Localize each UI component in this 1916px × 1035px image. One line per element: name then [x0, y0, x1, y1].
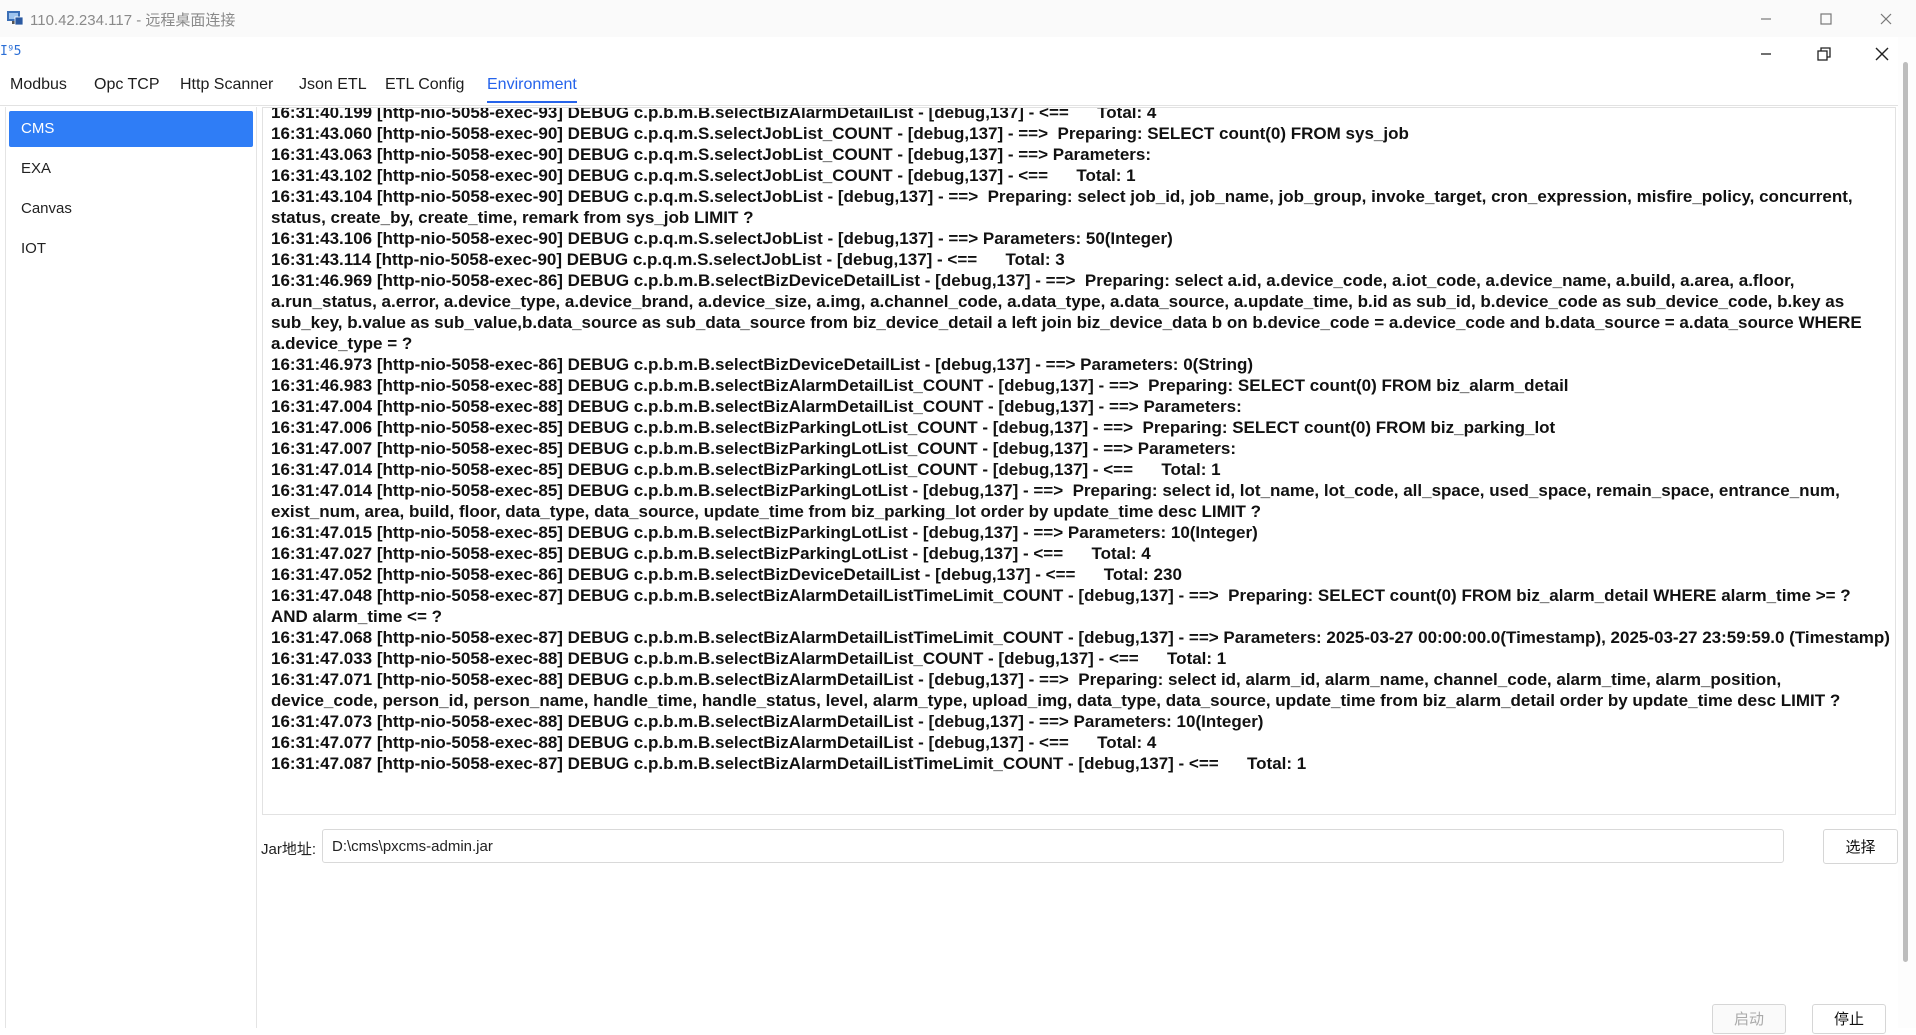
log-line: 16:31:47.033 [http-nio-5058-exec-88] DEB… — [271, 649, 1227, 668]
log-line: 16:31:47.087 [http-nio-5058-exec-87] DEB… — [271, 754, 1307, 773]
log-line: 16:31:46.973 [http-nio-5058-exec-86] DEB… — [271, 355, 1254, 374]
rdp-window-title: 110.42.234.117 - 远程桌面连接 — [30, 12, 236, 29]
log-line: 16:31:47.048 [http-nio-5058-exec-87] DEB… — [271, 586, 1855, 626]
log-line: 16:31:43.104 [http-nio-5058-exec-90] DEB… — [271, 187, 1858, 227]
remote-desktop-icon — [7, 11, 24, 26]
log-line: 16:31:40.199 [http-nio-5058-exec-93] DEB… — [271, 107, 1157, 122]
tab-environment[interactable]: Environment — [487, 76, 577, 103]
log-line: 16:31:47.014 [http-nio-5058-exec-85] DEB… — [271, 481, 1845, 521]
rdp-titlebar: 110.42.234.117 - 远程桌面连接 — [0, 0, 1916, 38]
log-line: 16:31:47.068 [http-nio-5058-exec-87] DEB… — [271, 628, 1890, 647]
close-icon — [1880, 13, 1892, 24]
minimize-icon — [1761, 52, 1771, 55]
log-line: 16:31:47.004 [http-nio-5058-exec-88] DEB… — [271, 397, 1242, 416]
rdp-maximize-button[interactable] — [1798, 0, 1854, 37]
scrollbar-thumb[interactable] — [1903, 62, 1908, 962]
log-line: 16:31:46.969 [http-nio-5058-exec-86] DEB… — [271, 271, 1867, 353]
log-line: 16:31:43.114 [http-nio-5058-exec-90] DEB… — [271, 250, 1065, 269]
app-minimize-button[interactable] — [1742, 37, 1790, 70]
app-restore-button[interactable] — [1800, 37, 1848, 70]
rdp-close-button[interactable] — [1858, 0, 1914, 37]
log-line: 16:31:47.006 [http-nio-5058-exec-85] DEB… — [271, 418, 1556, 437]
log-line: 16:31:47.052 [http-nio-5058-exec-86] DEB… — [271, 565, 1182, 584]
rdp-minimize-button[interactable] — [1738, 0, 1794, 37]
log-line: 16:31:43.102 [http-nio-5058-exec-90] DEB… — [271, 166, 1136, 185]
sidebar-item-canvas[interactable]: Canvas — [9, 191, 253, 227]
log-line: 16:31:43.106 [http-nio-5058-exec-90] DEB… — [271, 229, 1173, 248]
tab-http-scanner[interactable]: Http Scanner — [180, 76, 273, 101]
tab-opc-tcp[interactable]: Opc TCP — [94, 76, 160, 101]
log-line: 16:31:47.027 [http-nio-5058-exec-85] DEB… — [271, 544, 1151, 563]
app-logo: I⁹5 — [0, 44, 22, 59]
log-line: 16:31:47.014 [http-nio-5058-exec-85] DEB… — [271, 460, 1221, 479]
log-line: 16:31:43.063 [http-nio-5058-exec-90] DEB… — [271, 145, 1152, 164]
maximize-icon — [1820, 12, 1832, 25]
log-line: 16:31:43.060 [http-nio-5058-exec-90] DEB… — [271, 124, 1409, 143]
stop-button[interactable]: 停止 — [1812, 1004, 1886, 1034]
sidebar-item-exa[interactable]: EXA — [9, 151, 253, 187]
start-button[interactable]: 启动 — [1712, 1004, 1786, 1034]
log-line: 16:31:47.015 [http-nio-5058-exec-85] DEB… — [271, 523, 1258, 542]
sidebar-item-cms[interactable]: CMS — [9, 111, 253, 147]
log-line: 16:31:46.983 [http-nio-5058-exec-88] DEB… — [271, 376, 1569, 395]
tab-etl-config[interactable]: ETL Config — [385, 76, 464, 101]
app-titlebar: I⁹5 — [0, 37, 1916, 70]
restore-icon — [1817, 46, 1831, 61]
log-line: 16:31:47.071 [http-nio-5058-exec-88] DEB… — [271, 670, 1841, 710]
log-line: 16:31:47.073 [http-nio-5058-exec-88] DEB… — [271, 712, 1264, 731]
jar-path-input[interactable]: D:\cms\pxcms-admin.jar — [322, 829, 1784, 863]
tab-bar: Modbus Opc TCP Http Scanner Json ETL ETL… — [0, 70, 1898, 106]
tab-json-etl[interactable]: Json ETL — [299, 76, 367, 101]
minimize-icon — [1761, 17, 1771, 20]
jar-path-label: Jar地址: — [261, 841, 317, 858]
log-line: 16:31:47.007 [http-nio-5058-exec-85] DEB… — [271, 439, 1237, 458]
log-text: 16:31:40.199 [http-nio-5058-exec-93] DEB… — [271, 107, 1891, 774]
choose-button[interactable]: 选择 — [1823, 829, 1898, 864]
log-line: 16:31:47.077 [http-nio-5058-exec-88] DEB… — [271, 733, 1157, 752]
sidebar-item-iot[interactable]: IOT — [9, 231, 253, 267]
close-icon — [1875, 47, 1889, 60]
log-output[interactable]: 16:31:40.199 [http-nio-5058-exec-93] DEB… — [262, 107, 1896, 815]
sidebar: CMS EXA Canvas IOT — [5, 107, 257, 1028]
tab-modbus[interactable]: Modbus — [10, 76, 67, 101]
